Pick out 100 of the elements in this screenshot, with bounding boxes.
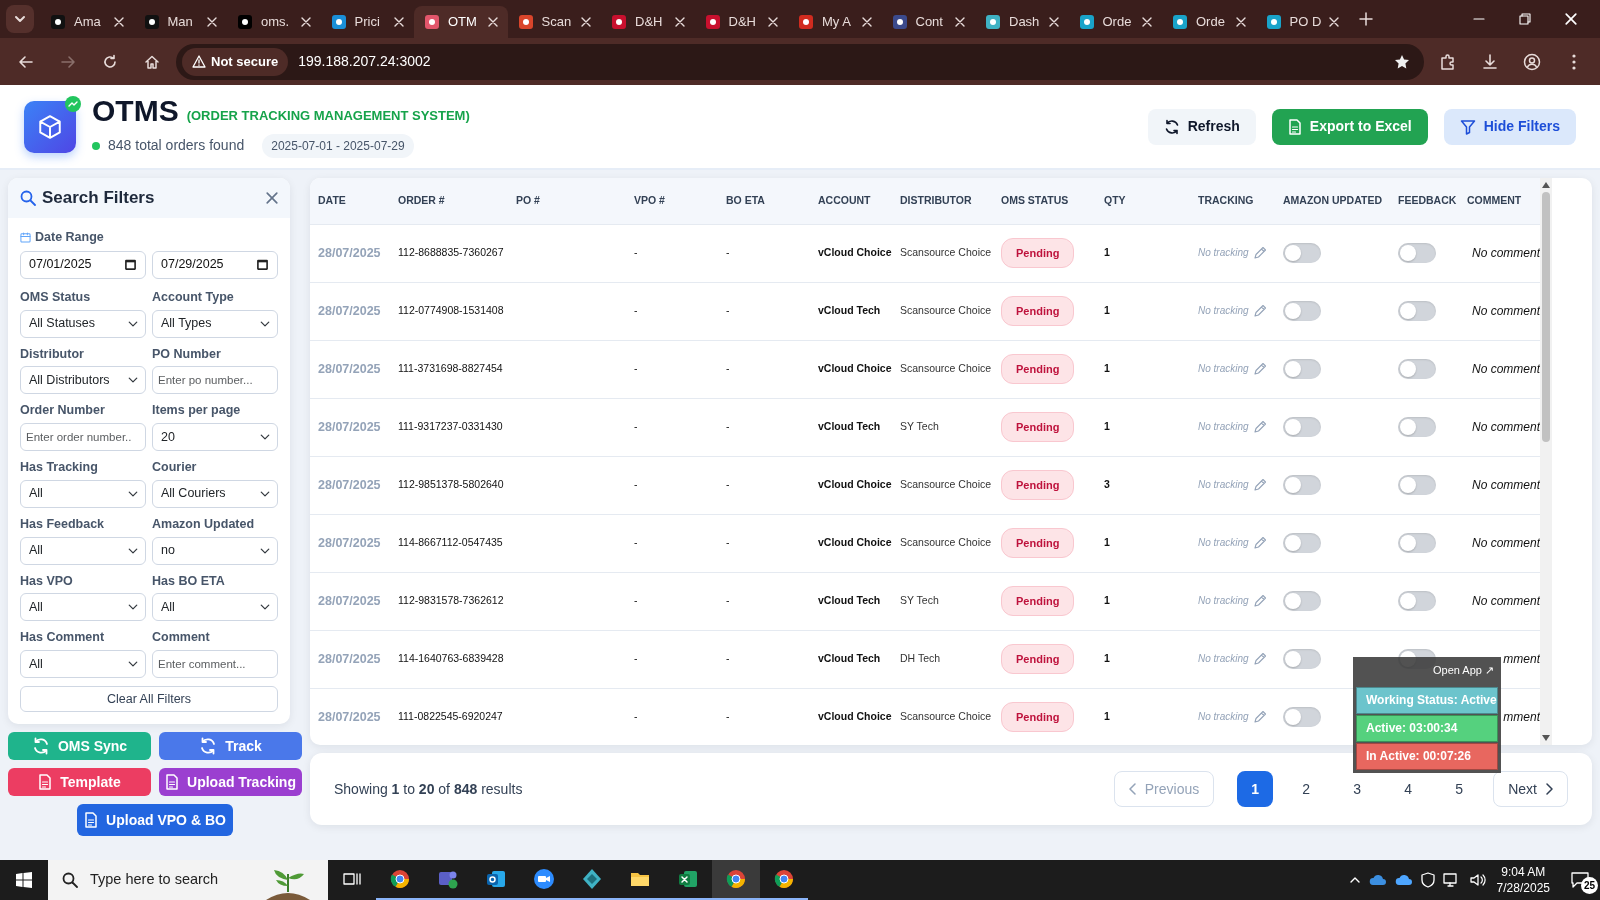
clock-time[interactable]: 9:04 AM xyxy=(1496,863,1550,880)
download-icon[interactable] xyxy=(1481,52,1499,71)
spreadsheet-app-icon[interactable] xyxy=(677,868,699,890)
dropdown-field[interactable]: All xyxy=(20,536,146,565)
next-button[interactable]: Next xyxy=(1493,771,1568,807)
browser-tab[interactable]: Man xyxy=(133,6,227,38)
diamond-app-icon[interactable] xyxy=(581,868,603,890)
browser-tab[interactable]: My A xyxy=(788,6,882,38)
extensions-icon[interactable] xyxy=(1439,52,1457,71)
dropdown-field[interactable]: All Statuses xyxy=(20,309,146,338)
column-header: COMMENT xyxy=(1459,178,1540,224)
taskbar-search-field[interactable]: Type here to search xyxy=(48,860,328,900)
back-icon[interactable] xyxy=(18,53,34,70)
video-app-icon[interactable] xyxy=(533,868,555,890)
shield-icon[interactable] xyxy=(1420,872,1435,888)
menu-icon[interactable] xyxy=(1572,53,1576,70)
action-button[interactable]: Upload Tracking xyxy=(159,768,302,796)
browser-tab[interactable]: Ama xyxy=(40,6,134,38)
profile-icon[interactable] xyxy=(1523,52,1541,71)
address-bar[interactable]: Not secure 199.188.207.24:3002 xyxy=(176,43,1424,80)
browser-tab[interactable]: D&H xyxy=(601,6,695,38)
star-icon[interactable] xyxy=(1394,53,1410,70)
page-button[interactable]: 2 xyxy=(1288,771,1325,807)
toggle-switch[interactable] xyxy=(1283,359,1321,379)
calendar-icon[interactable] xyxy=(256,258,269,272)
browser-icon[interactable] xyxy=(389,868,411,890)
restore-icon[interactable] xyxy=(1519,13,1531,25)
toggle-switch[interactable] xyxy=(1398,301,1436,321)
action-button[interactable]: Template xyxy=(8,768,151,796)
comment-text: No comment xyxy=(1471,420,1540,434)
home-icon[interactable] xyxy=(144,53,160,70)
browser-tab[interactable]: PO D xyxy=(1255,6,1349,38)
browser-tab[interactable]: Prici xyxy=(320,6,414,38)
volume-icon[interactable] xyxy=(1468,872,1487,888)
browser-tab[interactable]: Cont xyxy=(881,6,975,38)
browser-tab[interactable]: Orde xyxy=(1162,6,1256,38)
toggle-switch[interactable] xyxy=(1398,417,1436,437)
mail-app-icon[interactable] xyxy=(485,868,507,890)
scroll-down-icon[interactable] xyxy=(1542,735,1550,741)
browser-tab[interactable]: Dash xyxy=(975,6,1069,38)
open-app-link[interactable]: Open App ↗ xyxy=(1433,664,1494,676)
reload-icon[interactable] xyxy=(102,53,118,70)
toggle-switch[interactable] xyxy=(1283,417,1321,437)
table-cell: - xyxy=(726,710,730,723)
toggle-switch[interactable] xyxy=(1398,591,1436,611)
hide-filters-button[interactable]: Hide Filters xyxy=(1443,108,1576,145)
clock-date[interactable]: 7/28/2025 xyxy=(1496,880,1550,897)
toggle-switch[interactable] xyxy=(1283,707,1321,727)
toggle-switch[interactable] xyxy=(1398,359,1436,379)
dropdown-field[interactable]: no xyxy=(152,536,278,565)
toggle-switch[interactable] xyxy=(1398,533,1436,553)
dropdown-field[interactable]: All xyxy=(152,593,278,622)
date-field[interactable]: 07/01/2025 xyxy=(20,250,146,279)
browser-tab[interactable]: Scan xyxy=(507,6,601,38)
working-status-bar: Working Status: Active xyxy=(1356,686,1498,714)
browser-tab[interactable]: OTM xyxy=(414,6,508,38)
toggle-switch[interactable] xyxy=(1283,301,1321,321)
scroll-up-icon[interactable] xyxy=(1542,182,1550,188)
browser-tab[interactable]: Orde xyxy=(1068,6,1162,38)
cloud-icon[interactable] xyxy=(1368,873,1387,887)
forward-icon[interactable] xyxy=(60,53,76,70)
tab-search-button[interactable] xyxy=(6,5,34,33)
toggle-switch[interactable] xyxy=(1283,533,1321,553)
toggle-switch[interactable] xyxy=(1283,591,1321,611)
trend-badge-icon xyxy=(65,95,81,112)
page-button[interactable]: 4 xyxy=(1390,771,1427,807)
action-button[interactable]: Upload VPO & BO xyxy=(77,804,233,836)
action-button[interactable]: Track xyxy=(159,732,302,760)
page-button[interactable]: 5 xyxy=(1441,771,1478,807)
new-tab-icon[interactable] xyxy=(1359,12,1373,26)
toggle-switch[interactable] xyxy=(1283,649,1321,669)
dropdown-field[interactable]: All Couriers xyxy=(152,479,278,508)
input-field[interactable]: Enter comment... xyxy=(152,650,278,678)
date-field[interactable]: 07/29/2025 xyxy=(152,250,278,279)
table-cell: vCloud Tech xyxy=(818,304,881,317)
dropdown-field[interactable]: All xyxy=(20,593,146,622)
input-field[interactable]: Enter order number.. xyxy=(20,423,146,451)
dropdown-field[interactable]: All Types xyxy=(152,309,278,338)
browser-tab[interactable]: D&H xyxy=(694,6,788,38)
refresh-button[interactable]: Refresh xyxy=(1147,108,1256,145)
dropdown-field[interactable]: All xyxy=(20,650,146,678)
notifications-button[interactable]: 25 xyxy=(1560,860,1600,900)
toggle-switch[interactable] xyxy=(1283,243,1321,263)
dropdown-field[interactable]: All Distributors xyxy=(20,366,146,395)
toggle-switch[interactable] xyxy=(1398,475,1436,495)
dropdown-field[interactable]: 20 xyxy=(152,423,278,451)
page-button[interactable]: 3 xyxy=(1339,771,1376,807)
dropdown-field[interactable]: All xyxy=(20,479,146,508)
browser-icon[interactable] xyxy=(773,868,795,890)
input-field[interactable]: Enter po number... xyxy=(152,366,278,395)
page-button[interactable]: 1 xyxy=(1237,771,1274,807)
toggle-switch[interactable] xyxy=(1398,243,1436,263)
calendar-icon[interactable] xyxy=(124,258,137,272)
cloud-icon[interactable] xyxy=(1394,873,1413,887)
security-chip[interactable]: Not secure xyxy=(182,47,289,76)
browser-icon[interactable] xyxy=(725,868,747,890)
browser-tab[interactable]: oms. xyxy=(227,6,321,38)
toggle-switch[interactable] xyxy=(1283,475,1321,495)
clear-filters-button[interactable]: Clear All Filters xyxy=(20,686,278,712)
scrollbar[interactable] xyxy=(1540,178,1552,745)
